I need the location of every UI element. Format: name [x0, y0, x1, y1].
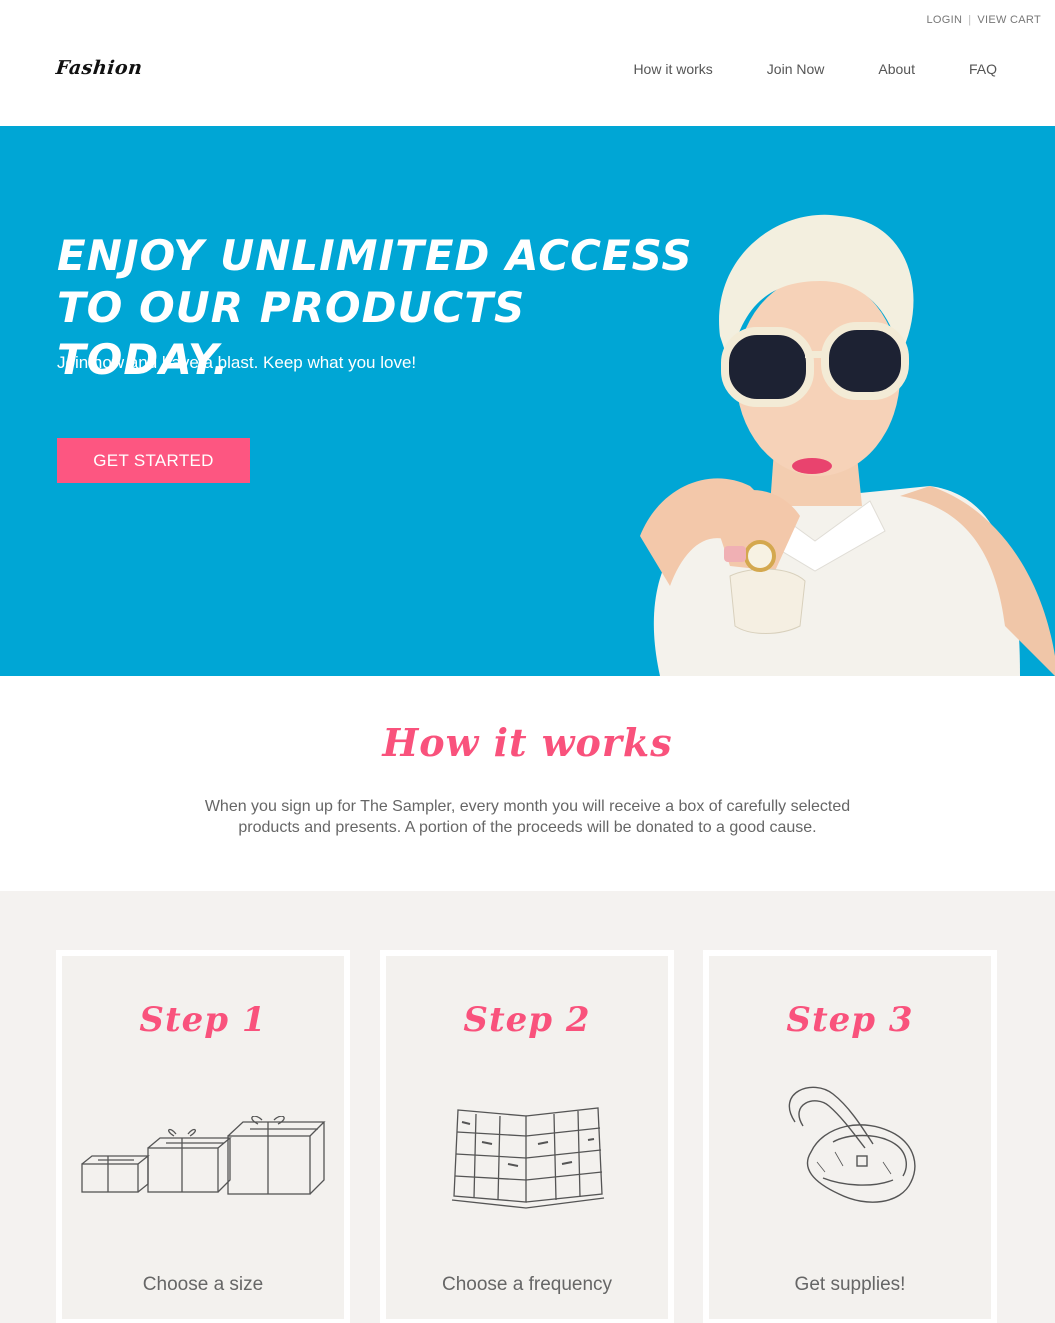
open-book-icon: [451, 1107, 605, 1209]
step-card-1: Step 1 Choose a size: [56, 950, 350, 1323]
nav-about[interactable]: About: [878, 61, 915, 77]
how-it-works-title: How it works: [382, 720, 673, 765]
nav-faq[interactable]: FAQ: [969, 61, 997, 77]
main-nav: How it works Join Now About FAQ: [579, 61, 997, 77]
hero-banner: Enjoy unlimited access to our products t…: [0, 126, 1055, 676]
model-photo: [640, 214, 1055, 676]
step-1-caption: Choose a size: [142, 1274, 264, 1295]
step-card-3: Step 3 Get supplies!: [703, 950, 997, 1323]
gift-boxes-icon: [81, 1116, 326, 1195]
step-3-caption: Get supplies!: [794, 1274, 906, 1295]
how-it-works-section: How it works When you sign up for The Sa…: [0, 676, 1055, 891]
site-header: Fashion How it works Join Now About FAQ: [0, 0, 1055, 126]
step-1-title: Step 1: [139, 1000, 267, 1040]
nav-join-now[interactable]: Join Now: [767, 61, 825, 77]
step-3-title: Step 3: [786, 1000, 914, 1040]
steps-section: Step 1 Choose a size Step 2 Choose a fre…: [0, 891, 1055, 1323]
step-2-caption: Choose a frequency: [441, 1274, 613, 1295]
how-it-works-description: When you sign up for The Sampler, every …: [204, 798, 851, 836]
get-started-button[interactable]: GET STARTED: [57, 438, 250, 483]
nav-how-it-works[interactable]: How it works: [633, 61, 712, 77]
hero-subheadline: Join now and have a blast. Keep what you…: [57, 353, 417, 372]
step-2-title: Step 2: [463, 1000, 591, 1040]
site-logo[interactable]: Fashion: [55, 57, 144, 79]
handbag-icon: [788, 1086, 916, 1203]
step-card-2: Step 2 Choose a frequency: [380, 950, 674, 1323]
